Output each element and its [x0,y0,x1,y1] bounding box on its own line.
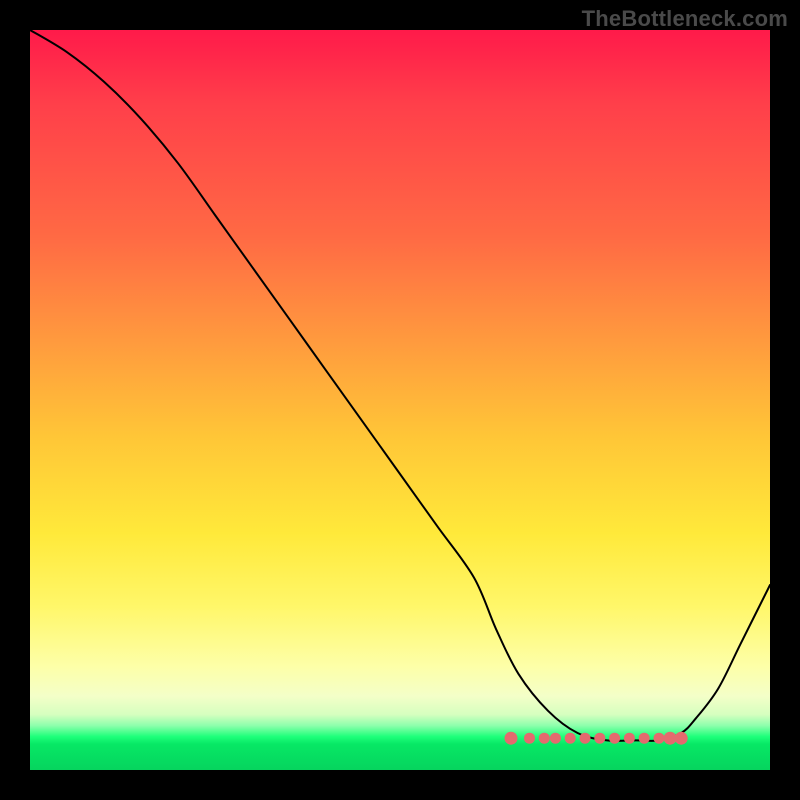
curve-marker [550,733,561,744]
curve-marker [594,733,605,744]
curve-marker [675,732,688,745]
curve-marker [654,733,665,744]
watermark-text: TheBottleneck.com [582,6,788,32]
curve-marker [580,733,591,744]
curve-marker [639,733,650,744]
curve-marker [609,733,620,744]
curve-marker [565,733,576,744]
curve-marker [505,732,518,745]
curve-markers [505,732,688,745]
chart-frame: TheBottleneck.com [0,0,800,800]
bottleneck-curve [30,30,770,741]
curve-marker [664,732,677,745]
curve-marker [539,733,550,744]
curve-marker [524,733,535,744]
curve-svg [30,30,770,770]
plot-area [30,30,770,770]
curve-marker [624,733,635,744]
